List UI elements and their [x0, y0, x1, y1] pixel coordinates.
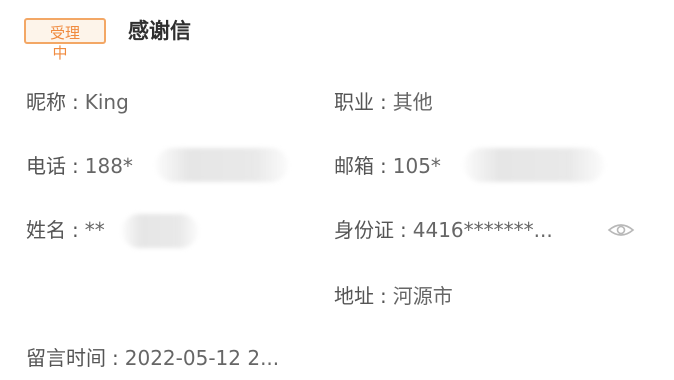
separator: : [380, 154, 387, 178]
address-label: 地址 [334, 284, 374, 308]
phone-redaction [156, 148, 288, 182]
occupation-field: 职业: 其他 [334, 88, 433, 116]
email-value: 105* [392, 154, 441, 178]
status-badge-text-wrap: 中 [52, 44, 68, 62]
separator: : [380, 284, 387, 308]
nickname-field: 昵称: King [26, 88, 129, 116]
message-time-label: 留言时间 [26, 346, 106, 370]
nickname-value: King [84, 90, 129, 114]
email-label: 邮箱 [334, 154, 374, 178]
separator: : [72, 218, 79, 242]
separator: : [112, 346, 119, 370]
occupation-label: 职业 [334, 90, 374, 114]
id-card-field: 身份证:4416*******... [334, 216, 553, 244]
name-label: 姓名 [26, 218, 66, 242]
separator: : [72, 154, 79, 178]
message-time-value: 2022-05-12 2... [124, 346, 280, 370]
name-redaction [122, 214, 198, 248]
email-redaction [464, 148, 604, 182]
eye-icon[interactable] [606, 220, 636, 240]
separator: : [380, 90, 387, 114]
card-title: 感谢信 [128, 19, 191, 43]
status-badge-text: 受理 [49, 24, 80, 42]
separator: : [72, 90, 79, 114]
address-field: 地址: 河源市 [334, 282, 453, 310]
address-value: 河源市 [392, 284, 453, 308]
phone-label: 电话 [26, 154, 66, 178]
message-time-field: 留言时间:2022-05-12 2... [26, 344, 279, 372]
status-badge: 受理 中 [24, 18, 106, 62]
name-value: ** [84, 218, 105, 242]
occupation-value: 其他 [392, 90, 433, 114]
separator: : [400, 218, 407, 242]
name-field: 姓名: ** [26, 216, 105, 244]
message-card: 受理 中 感谢信 昵称: King 职业: 其他 电话:188* 邮箱:105* 姓… [0, 0, 674, 380]
phone-field: 电话:188* [26, 152, 133, 180]
id-card-label: 身份证 [334, 218, 394, 242]
phone-value: 188* [84, 154, 133, 178]
id-card-value: 4416*******... [412, 218, 553, 242]
email-field: 邮箱:105* [334, 152, 441, 180]
nickname-label: 昵称 [26, 90, 66, 114]
